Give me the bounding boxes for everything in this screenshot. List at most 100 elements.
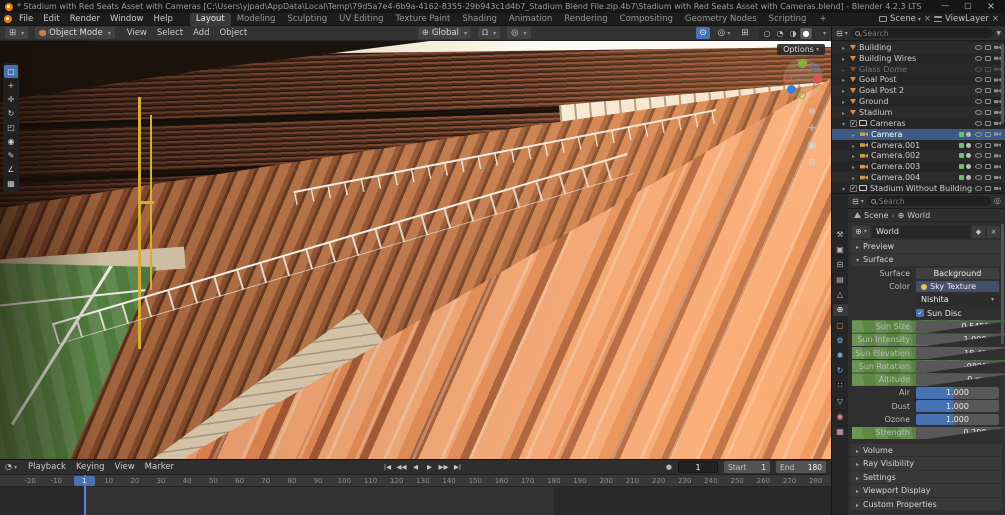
viewport-menu-item[interactable]: Select [152,28,188,38]
viewport-canvas[interactable]: ▢+✛↻◰◉✎∠▦ Options ⊕ ✛ ▣ ⊞ [0,41,831,459]
outliner-search-input[interactable] [862,28,990,38]
axis-z-neg-icon[interactable] [811,63,819,71]
tool-button[interactable]: ✎ [4,149,18,162]
transport-button[interactable]: ▶ [423,461,436,473]
properties-tab[interactable]: ⊟ [833,258,848,270]
expand-arrow-icon[interactable] [852,162,858,171]
zoom-icon[interactable]: ⊕ [806,107,818,117]
workspace-tab[interactable]: Compositing [614,13,679,26]
unlink-world-button[interactable]: × [987,225,1000,238]
outliner-search[interactable] [850,28,994,38]
timeline-menu-item[interactable]: Keying [71,462,110,472]
expand-arrow-icon[interactable] [852,151,858,160]
timeline-track[interactable] [0,487,831,515]
minimize-button[interactable] [940,1,950,12]
hide-in-viewport-icon[interactable] [975,109,982,115]
properties-tab[interactable]: ✱ [833,350,848,362]
preview-panel-header[interactable]: Preview [851,240,1002,253]
viewlayer-unlink-icon[interactable] [992,14,999,24]
expand-arrow-icon[interactable] [842,184,848,193]
property-control[interactable]: Sky Texture [916,280,999,293]
editor-type-button[interactable] [5,27,29,39]
disable-in-render-icon[interactable] [994,56,1001,61]
property-control[interactable]: Background [916,267,999,279]
transport-button[interactable]: ◀◀ [395,461,408,473]
disable-in-viewport-icon[interactable] [985,44,991,50]
properties-tab[interactable]: ↻ [833,365,848,377]
tool-button[interactable]: ◰ [4,121,18,134]
expand-arrow-icon[interactable] [842,86,848,95]
workspace-tab[interactable]: Rendering [558,13,613,26]
outliner-row[interactable]: Building [832,42,1005,53]
current-frame-field[interactable]: 1 [678,461,719,473]
disable-in-render-icon[interactable] [994,45,1001,50]
shading-mode-button[interactable]: ● [799,27,812,39]
properties-search[interactable] [866,196,992,206]
property-control[interactable]: 1.000 [916,400,999,412]
property-control[interactable]: 0 m [916,373,1005,386]
properties-scrollbar[interactable] [1001,224,1004,344]
outliner-row[interactable]: Camera [832,128,1005,140]
axis-x-neg-icon[interactable] [784,75,792,83]
property-control[interactable]: 1.000 [916,387,999,399]
disable-in-viewport-icon[interactable] [985,175,991,181]
disable-in-viewport-icon[interactable] [985,88,991,94]
menubar-item[interactable]: Help [148,14,177,24]
tool-button[interactable]: ◉ [4,135,18,148]
auto-keying-icon[interactable] [666,462,672,472]
tool-button[interactable]: ↻ [4,107,18,120]
outliner-row[interactable]: Stadium Without Building [832,183,1005,193]
axis-z-icon[interactable] [787,85,796,94]
workspace-tab[interactable]: Modeling [231,13,282,26]
disable-in-render-icon[interactable] [994,186,1001,191]
outliner-row[interactable]: Stadium [832,107,1005,118]
axis-y-neg-icon[interactable] [798,91,806,99]
workspace-tab[interactable]: Geometry Nodes [679,13,763,26]
outliner-row[interactable]: Camera.004 [832,172,1005,183]
camera-view-icon[interactable]: ▣ [806,141,818,151]
expand-arrow-icon[interactable] [842,97,848,106]
mode-dropdown[interactable]: Object Mode [35,27,115,39]
tool-button[interactable]: + [4,79,18,92]
close-button[interactable] [986,1,996,12]
hide-in-viewport-icon[interactable] [975,153,982,159]
outliner-row[interactable]: Goal Post [832,75,1005,86]
world-name-field[interactable]: World [872,225,970,238]
overlays-toggle[interactable]: ◎ [717,27,731,39]
property-control[interactable]: Sun Disc [916,307,999,319]
playhead-badge[interactable]: 1 [74,476,95,486]
outliner-row[interactable]: Building Wires [832,53,1005,64]
panel-header[interactable]: Settings [851,470,1002,484]
viewlayer-selector[interactable]: ViewLayer [945,14,989,24]
properties-tab[interactable]: △ [833,289,848,301]
frame-end-field[interactable]: End 180 [776,461,827,473]
property-control[interactable]: 1.000 [916,413,999,426]
properties-tab[interactable]: ▢ [833,319,848,331]
disable-in-viewport-icon[interactable] [985,153,991,159]
checkbox[interactable] [916,309,924,318]
disable-in-render-icon[interactable] [994,143,1001,147]
disable-in-viewport-icon[interactable] [985,131,991,137]
transport-button[interactable]: ▶| [451,461,464,473]
shading-mode-button[interactable]: ○ [761,28,773,39]
shading-mode-button[interactable]: ◔ [774,28,786,39]
pin-icon[interactable] [994,196,1001,206]
panel-header[interactable]: Viewport Display [851,484,1002,497]
fake-user-button[interactable]: ◆ [972,225,985,238]
properties-tab[interactable]: ⚙ [833,334,848,346]
outliner-row[interactable]: Glass Dome [832,64,1005,75]
breadcrumb-world[interactable]: World [907,211,930,220]
disable-in-viewport-icon[interactable] [985,185,991,191]
axis-y-icon[interactable] [798,59,807,68]
menubar-item[interactable]: Window [105,14,149,24]
gizmo-toggle[interactable]: ⊙ [695,27,710,39]
viewport-menu-item[interactable]: Object [215,28,253,38]
proportional-edit-dropdown[interactable] [507,27,531,39]
workspace-tab[interactable]: Scripting [763,13,813,26]
properties-tab[interactable]: ⊕ [832,303,848,316]
properties-tab[interactable]: ▽ [833,395,848,407]
tool-button[interactable]: ▦ [4,177,18,190]
disable-in-render-icon[interactable] [994,153,1001,158]
maximize-button[interactable] [963,1,973,12]
hide-in-viewport-icon[interactable] [975,99,982,105]
